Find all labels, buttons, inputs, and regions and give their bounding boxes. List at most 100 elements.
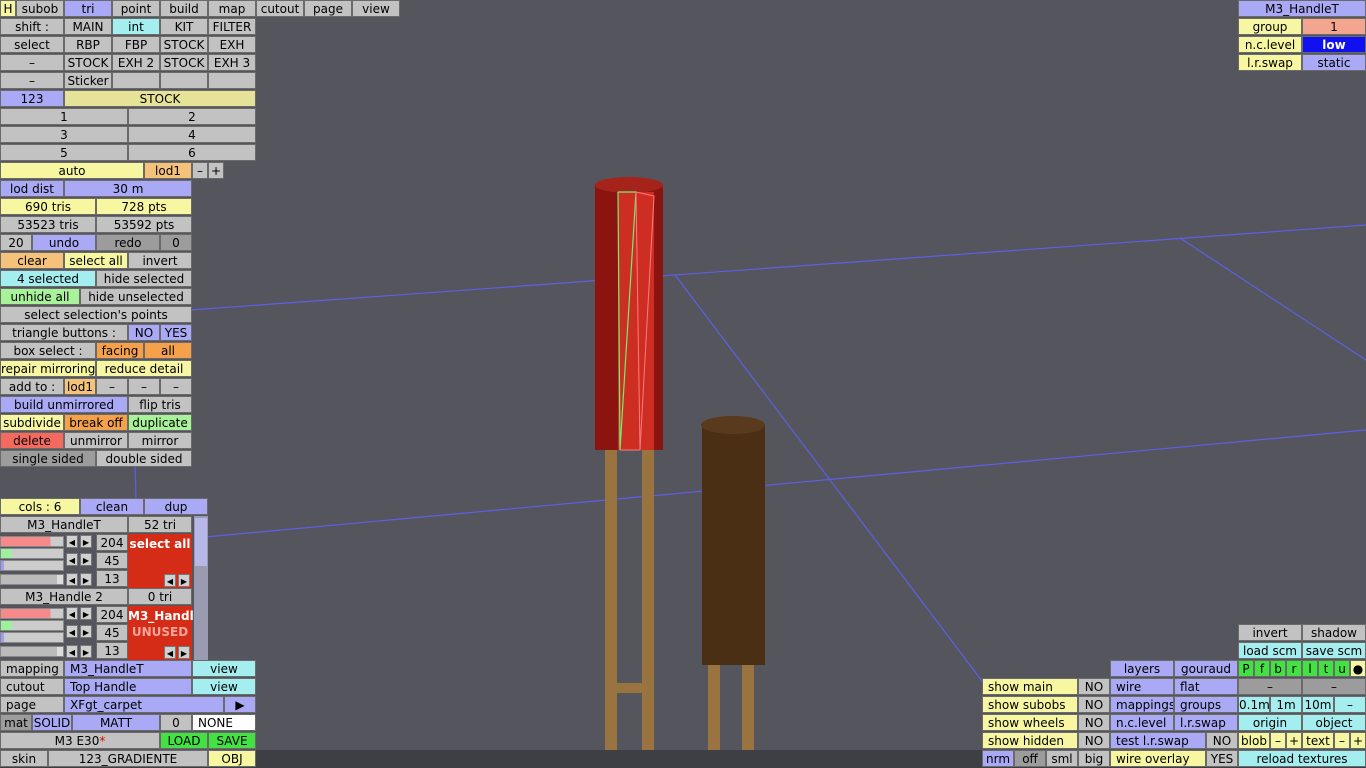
select-exh-button[interactable]: EXH — [208, 36, 256, 53]
num-button-5[interactable]: 5 — [0, 144, 128, 161]
triangle-buttons-yes[interactable]: YES — [160, 324, 192, 341]
mappings-button[interactable]: mappings — [1110, 696, 1174, 713]
break-off-button[interactable]: break off — [64, 414, 128, 431]
nc-level-view-button[interactable]: n.c.level — [1110, 714, 1174, 731]
arrow-left-icon[interactable]: ◀ — [66, 645, 78, 658]
view-l-button[interactable]: l — [1302, 660, 1318, 677]
save-scm-button[interactable]: save scm — [1302, 642, 1366, 659]
arrow-right-icon[interactable]: ▶ — [178, 646, 190, 659]
h-tab[interactable]: H — [0, 0, 16, 17]
wire-button[interactable]: wire — [1110, 678, 1174, 695]
cutout-view-button[interactable]: view — [192, 678, 256, 695]
dist-1m-button[interactable]: 1m — [1270, 696, 1302, 713]
build-unmirrored-button[interactable]: build unmirrored — [0, 396, 128, 413]
mat-none[interactable]: NONE — [192, 714, 256, 731]
hide-selected-button[interactable]: hide selected — [96, 270, 192, 287]
lr-swap-value[interactable]: static — [1302, 54, 1366, 71]
lod-minus-button[interactable]: – — [192, 162, 208, 179]
reduce-detail-button[interactable]: reduce detail — [96, 360, 192, 377]
row4-empty[interactable] — [160, 72, 208, 89]
gouraud-button[interactable]: gouraud — [1174, 660, 1238, 677]
text-minus-button[interactable]: – — [1334, 732, 1350, 749]
scrollbar-thumb[interactable] — [195, 518, 207, 566]
mirror-button[interactable]: mirror — [128, 432, 192, 449]
text-plus-button[interactable]: + — [1350, 732, 1366, 749]
repair-mirroring-button[interactable]: repair mirroring — [0, 360, 96, 377]
hide-unselected-button[interactable]: hide unselected — [80, 288, 192, 305]
sml-button[interactable]: sml — [1046, 750, 1078, 767]
row3-stock-button[interactable]: STOCK — [64, 54, 112, 71]
arrow-right-icon[interactable]: ▶ — [80, 553, 92, 566]
triangle-buttons-no[interactable]: NO — [128, 324, 160, 341]
save-button[interactable]: SAVE — [208, 732, 256, 749]
test-lr-swap-toggle[interactable]: NO — [1206, 732, 1238, 749]
green-slider[interactable] — [0, 548, 64, 559]
cutout-value[interactable]: Top Handle — [64, 678, 192, 695]
dist-dash-button[interactable]: – — [1334, 696, 1366, 713]
obj-button[interactable]: OBJ — [208, 750, 256, 767]
arrow-left-icon[interactable]: ◀ — [66, 573, 78, 586]
shift-main-button[interactable]: MAIN — [64, 18, 112, 35]
add-to-dash[interactable]: – — [160, 378, 192, 395]
blob-minus-button[interactable]: – — [1270, 732, 1286, 749]
undo-button[interactable]: undo — [32, 234, 96, 251]
arrow-left-icon[interactable]: ◀ — [66, 553, 78, 566]
object-button[interactable]: object — [1302, 714, 1366, 731]
view-r-button[interactable]: r — [1286, 660, 1302, 677]
load-scm-button[interactable]: load scm — [1238, 642, 1302, 659]
view-p-button[interactable]: P — [1238, 660, 1254, 677]
add-to-dash[interactable]: – — [128, 378, 160, 395]
row4-empty[interactable] — [208, 72, 256, 89]
arrow-right-icon[interactable]: ▶ — [80, 607, 92, 620]
dash-button[interactable]: – — [1238, 678, 1302, 695]
material-name[interactable]: M3_HandleT — [0, 516, 128, 533]
lod-dist-value[interactable]: 30 m — [64, 180, 192, 197]
lod-auto-button[interactable]: auto — [0, 162, 144, 179]
flip-tris-button[interactable]: flip tris — [128, 396, 192, 413]
matt-button[interactable]: MATT — [72, 714, 160, 731]
arrow-left-icon[interactable]: ◀ — [164, 574, 176, 587]
mapping-view-button[interactable]: view — [192, 660, 256, 677]
num-button-6[interactable]: 6 — [128, 144, 256, 161]
alpha-slider[interactable] — [0, 646, 64, 657]
page-value[interactable]: XFgt_carpet — [64, 696, 224, 713]
tab-map[interactable]: map — [208, 0, 256, 17]
arrow-left-icon[interactable]: ◀ — [164, 646, 176, 659]
off-button[interactable]: off — [1014, 750, 1046, 767]
view-f-button[interactable]: f — [1254, 660, 1270, 677]
select-stock-button[interactable]: STOCK — [160, 36, 208, 53]
arrow-left-icon[interactable]: ◀ — [66, 535, 78, 548]
nrm-button[interactable]: nrm — [982, 750, 1014, 767]
double-sided-button[interactable]: double sided — [96, 450, 192, 467]
lod-plus-button[interactable]: + — [208, 162, 224, 179]
view-t-button[interactable]: t — [1318, 660, 1334, 677]
nc-level-value[interactable]: low — [1302, 36, 1366, 53]
arrow-right-icon[interactable]: ▶ — [178, 574, 190, 587]
row3-exh2-button[interactable]: EXH 2 — [112, 54, 160, 71]
duplicate-button[interactable]: duplicate — [128, 414, 192, 431]
green-slider[interactable] — [0, 620, 64, 631]
flat-button[interactable]: flat — [1174, 678, 1238, 695]
wire-overlay-toggle[interactable]: YES — [1206, 750, 1238, 767]
delete-button[interactable]: delete — [0, 432, 64, 449]
num-button-1[interactable]: 1 — [0, 108, 128, 125]
add-to-lod1[interactable]: lod1 — [64, 378, 96, 395]
mapping-value[interactable]: M3_HandleT — [64, 660, 192, 677]
tab-subob[interactable]: subob — [16, 0, 64, 17]
show-subobs-toggle[interactable]: NO — [1078, 696, 1110, 713]
dist-10m-button[interactable]: 10m — [1302, 696, 1334, 713]
box-select-facing[interactable]: facing — [96, 342, 144, 359]
test-lr-swap-button[interactable]: test l.r.swap — [1110, 732, 1206, 749]
big-button[interactable]: big — [1078, 750, 1110, 767]
arrow-left-icon[interactable]: ◀ — [66, 625, 78, 638]
view-dot-icon[interactable]: ● — [1350, 660, 1366, 677]
arrow-left-icon[interactable]: ◀ — [66, 607, 78, 620]
show-hidden-toggle[interactable]: NO — [1078, 732, 1110, 749]
select-rbp-button[interactable]: RBP — [64, 36, 112, 53]
row3-stock2-button[interactable]: STOCK — [160, 54, 208, 71]
tab-build[interactable]: build — [160, 0, 208, 17]
show-wheels-toggle[interactable]: NO — [1078, 714, 1110, 731]
blob-plus-button[interactable]: + — [1286, 732, 1302, 749]
red-slider[interactable] — [0, 536, 64, 547]
redo-button[interactable]: redo — [96, 234, 160, 251]
